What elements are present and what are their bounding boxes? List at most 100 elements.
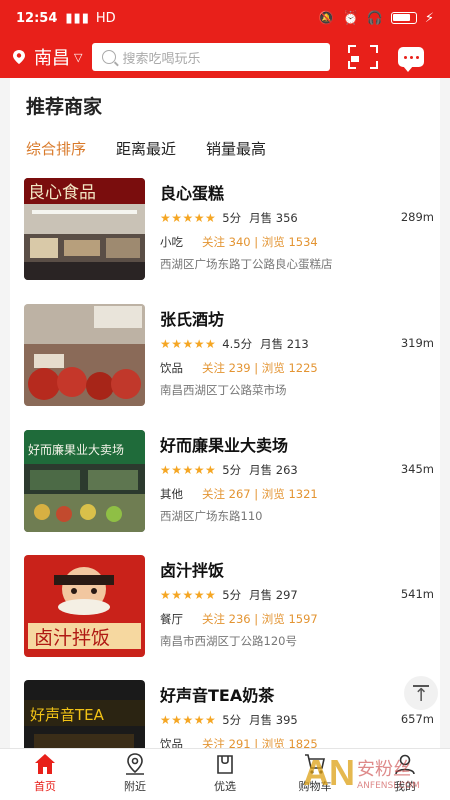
tab-label: 首页	[34, 780, 56, 793]
search-placeholder: 搜索吃喝玩乐	[122, 51, 201, 67]
shop-item[interactable]: 良心食品 良心蛋糕 ★★★★★ 5分 月售 356 289m 小吃 关注 340…	[24, 178, 434, 282]
rating-stars-icon: ★★★★★	[160, 588, 217, 602]
shop-rating: ★★★★★ 4.5分 月售 213	[160, 336, 309, 352]
rating-stars-icon: ★★★★★	[160, 463, 217, 477]
tab-mine[interactable]: 我的	[360, 749, 450, 800]
shop-stats: 关注 340 | 浏览 1534	[202, 235, 318, 249]
tab-nearby[interactable]: 附近	[90, 749, 180, 800]
shop-item[interactable]: 好声音TEA 好声音TEA奶茶 ★★★★★ 5分 月售 395 657m 饮品 …	[24, 680, 434, 748]
user-icon	[395, 754, 415, 775]
search-input[interactable]: 搜索吃喝玩乐	[92, 43, 331, 71]
shop-sales: 月售 395	[249, 713, 298, 727]
shop-distance: 657m	[400, 712, 434, 726]
shop-stats: 关注 236 | 浏览 1597	[202, 612, 318, 626]
shop-address: 西湖区广场东路丁公路良心蛋糕店	[160, 257, 333, 271]
shop-thumbnail: 好声音TEA	[24, 680, 145, 748]
shop-rating: ★★★★★ 5分 月售 356	[160, 210, 298, 226]
shop-stats: 关注 267 | 浏览 1321	[202, 487, 318, 501]
top-bar: 南昌 ▽ 搜索吃喝玩乐	[0, 36, 450, 78]
shop-category: 其他	[160, 487, 183, 501]
shop-distance: 289m	[400, 210, 434, 224]
message-button[interactable]	[398, 47, 425, 72]
shop-name: 卤汁拌饭	[160, 561, 225, 580]
tab-label: 优选	[214, 780, 236, 793]
shop-address: 西湖区广场东路110	[160, 509, 263, 523]
shop-score: 5分	[222, 211, 242, 225]
shop-score: 5分	[222, 463, 242, 477]
tab-cart[interactable]: 购物车	[270, 749, 360, 800]
shop-item[interactable]: 好而廉果业大卖场 好而廉果业大卖场 ★★★★★ 5分 月售 263 345m 其…	[24, 430, 434, 534]
shop-sales: 月售 263	[249, 463, 298, 477]
shop-rating: ★★★★★ 5分 月售 263	[160, 462, 298, 478]
shop-sales: 月售 213	[260, 337, 309, 351]
shop-name: 好而廉果业大卖场	[160, 436, 289, 455]
tab-home[interactable]: 首页	[0, 749, 90, 800]
rating-stars-icon: ★★★★★	[160, 337, 217, 351]
bottom-tab-bar: 首页 附近 优选 购物车 我的	[0, 748, 450, 800]
shop-name: 好声音TEA奶茶	[160, 686, 275, 705]
shop-distance: 541m	[400, 587, 434, 601]
shop-rating: ★★★★★ 5分 月售 297	[160, 587, 298, 603]
shop-distance: 345m	[400, 462, 434, 476]
status-bar: 12:54 ▮▮▮ HD 🔕 ⏰ 🎧 ⚡	[0, 0, 450, 36]
shop-stats: 关注 291 | 浏览 1825	[202, 737, 318, 748]
mute-icon: 🔕	[318, 10, 335, 26]
shop-category: 饮品	[160, 361, 183, 375]
home-icon	[35, 754, 55, 774]
rating-stars-icon: ★★★★★	[160, 211, 217, 225]
status-time: 12:54	[16, 10, 58, 26]
rating-stars-icon: ★★★★★	[160, 713, 217, 727]
shop-stats: 关注 239 | 浏览 1225	[202, 361, 318, 375]
shop-score: 5分	[222, 713, 242, 727]
shop-category: 餐厅	[160, 612, 183, 626]
headset-icon: 🎧	[366, 10, 383, 26]
shop-distance: 319m	[400, 336, 434, 350]
shop-name: 张氏酒坊	[160, 310, 225, 329]
bag-icon	[217, 755, 233, 774]
back-to-top-button[interactable]	[404, 676, 438, 710]
location-pin-icon	[13, 50, 25, 64]
network-label: HD	[95, 10, 116, 26]
shop-item[interactable]: 张氏酒坊 ★★★★★ 4.5分 月售 213 319m 饮品 关注 239 | …	[24, 304, 434, 408]
shop-rating: ★★★★★ 5分 月售 395	[160, 712, 298, 728]
scan-button[interactable]	[348, 45, 379, 69]
battery-icon	[390, 12, 417, 24]
city-label: 南昌	[34, 48, 70, 69]
tab-label: 购物车	[298, 780, 332, 793]
recommended-panel: 推荐商家 综合排序 距离最近 销量最高 良心食品 良心蛋糕 ★★★★★ 5分 月…	[10, 78, 440, 748]
signal-icon: ▮▮▮	[65, 10, 90, 26]
shop-sales: 月售 356	[249, 211, 298, 225]
charging-icon: ⚡	[424, 10, 434, 26]
chevron-down-icon: ▽	[74, 50, 83, 64]
tab-label: 附近	[124, 780, 146, 793]
shop-score: 5分	[222, 588, 242, 602]
shop-category: 小吃	[160, 235, 183, 249]
sort-tab-sales[interactable]: 销量最高	[206, 138, 266, 159]
shop-score: 4.5分	[222, 337, 253, 351]
shop-sales: 月售 297	[249, 588, 298, 602]
shop-address: 南昌市西湖区丁公路120号	[160, 634, 297, 648]
svg-text:好而廉果业大卖场: 好而廉果业大卖场	[28, 442, 124, 457]
shop-thumbnail: 良心食品	[24, 178, 145, 280]
alarm-icon: ⏰	[342, 10, 359, 26]
svg-text:好声音TEA: 好声音TEA	[30, 706, 105, 724]
location-icon	[126, 753, 144, 775]
cart-icon	[305, 754, 325, 774]
shop-address: 南昌西湖区丁公路菜市场	[160, 383, 287, 397]
svg-text:卤汁拌饭: 卤汁拌饭	[34, 627, 110, 649]
shop-item[interactable]: 卤汁拌饭 卤汁拌饭 ★★★★★ 5分 月售 297 541m 餐厅 关注 236…	[24, 555, 434, 659]
city-selector[interactable]: 南昌 ▽	[12, 44, 82, 70]
shop-name: 良心蛋糕	[160, 184, 225, 203]
tab-selected[interactable]: 优选	[180, 749, 270, 800]
shop-thumbnail	[24, 304, 145, 406]
sort-tabs: 综合排序 距离最近 销量最高	[26, 138, 266, 159]
section-title: 推荐商家	[26, 96, 103, 118]
shop-thumbnail: 卤汁拌饭	[24, 555, 145, 657]
tab-label: 我的	[394, 780, 416, 793]
svg-text:良心食品: 良心食品	[28, 183, 96, 203]
search-icon	[102, 50, 117, 64]
sort-tab-distance[interactable]: 距离最近	[116, 138, 176, 159]
shop-thumbnail: 好而廉果业大卖场	[24, 430, 145, 532]
sort-tab-comprehensive[interactable]: 综合排序	[26, 138, 86, 159]
shop-category: 饮品	[160, 737, 183, 748]
